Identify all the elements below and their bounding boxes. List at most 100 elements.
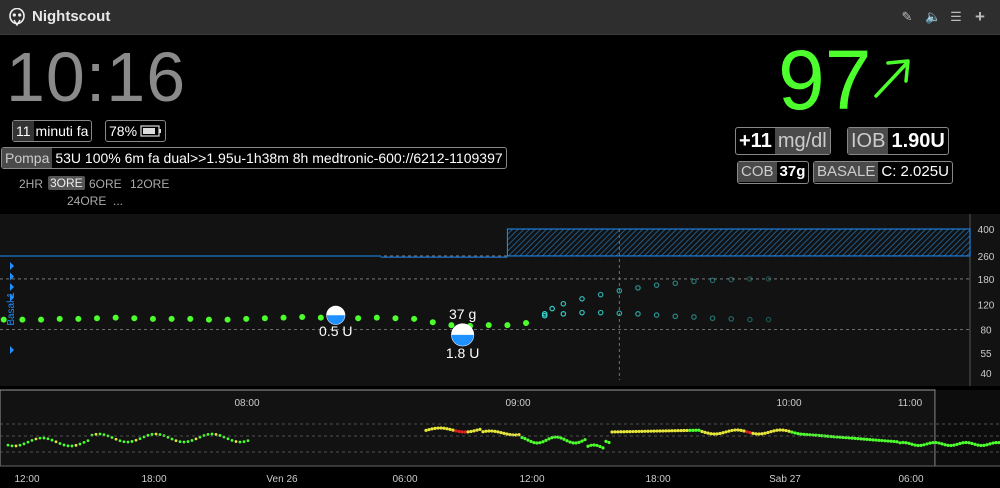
top-bar: Nightscout ✎ 🔈 ☰ + [0,0,1000,35]
context-sgv-point [475,428,479,432]
context-sgv-point [230,439,234,442]
sgv-point[interactable] [485,322,492,329]
sgv-point[interactable] [504,322,511,329]
sgv-point[interactable] [168,315,175,322]
cob-pill[interactable]: COB 37g [737,161,810,184]
edit-icon[interactable]: ✎ [900,10,914,24]
context-sgv-point [994,440,998,445]
range-2hr[interactable]: 2HR [19,177,43,191]
context-sgv-point [496,430,500,434]
context-sgv-point [934,440,938,445]
context-sgv-point [850,436,854,440]
sgv-point[interactable] [224,316,231,323]
context-sgv-point [721,431,725,435]
context-sgv-point [114,437,118,441]
basal-label: BASALE [814,162,879,182]
context-top-tick: 11:00 [898,398,923,409]
context-sgv-point [967,441,971,445]
volume-icon[interactable]: 🔈 [925,10,941,24]
context-bottom-tick: 12:00 [14,474,39,485]
context-sgv-point [451,428,455,432]
sgv-point[interactable] [523,319,530,326]
context-sgv-point [66,444,70,448]
context-sgv-point [697,428,701,432]
sgv-point[interactable] [299,313,306,320]
sgv-point[interactable] [355,315,362,322]
context-sgv-point [799,432,803,436]
context-sgv-point [973,442,977,446]
range-3ore[interactable]: 3ORE [48,176,85,190]
context-sgv-point [487,429,491,433]
context-sgv-point [234,440,238,443]
context-sgv-point [985,443,989,447]
context-sgv-point [853,436,857,440]
sgv-point[interactable] [131,315,138,322]
context-sgv-point [943,443,947,447]
sgv-point[interactable] [280,314,287,321]
sgv-point[interactable] [317,314,324,321]
range-12ore[interactable]: 12ORE [130,177,169,191]
context-sgv-point [430,427,434,431]
context-sgv-point [691,428,695,432]
context-sgv-point [958,441,962,446]
context-sgv-point [757,432,761,436]
glucose-chart[interactable]: 400260180120805540Basal 1 0.5 U1.8 U37 g… [0,214,1000,488]
context-sgv-point [904,441,908,445]
context-sgv-point [469,429,473,434]
insulin-label: 1.8 U [446,345,479,361]
sgv-point[interactable] [56,315,63,322]
range-6ore[interactable]: 6ORE [89,177,122,191]
context-sgv-point [676,429,680,433]
sgv-point[interactable] [0,316,7,323]
context-sgv-point [436,426,440,430]
range-more[interactable]: ... [113,194,123,208]
context-sgv-point [42,436,46,440]
sgv-point[interactable] [243,315,250,322]
context-sgv-point [952,443,956,447]
context-sgv-point [206,432,210,436]
context-sgv-point [883,439,887,443]
context-sgv-point [26,440,30,444]
context-sgv-point [766,430,770,435]
sgv-point[interactable] [261,315,268,322]
context-sgv-point [448,427,452,432]
context-sgv-point [102,433,106,437]
bg-units: mg/dl [774,128,830,154]
menu-icon[interactable]: ☰ [949,10,963,24]
battery-badge: 78% [105,120,167,142]
sgv-point[interactable] [373,314,380,321]
context-sgv-point [94,432,98,436]
sgv-point[interactable] [448,322,455,329]
range-24ore[interactable]: 24ORE [67,194,106,208]
context-sgv-point [170,437,174,441]
y-tick-label: 55 [980,349,992,360]
basal-pill[interactable]: BASALE C: 2.025U [813,161,953,184]
context-sgv-point [769,430,773,434]
context-sgv-point [54,440,58,444]
context-bottom-tick: 18:00 [645,474,670,485]
sgv-point[interactable] [187,315,194,322]
context-sgv-point [694,428,698,432]
context-sgv-point [226,437,230,441]
pump-status-pill[interactable]: Pompa 53U 100% 6m fa dual>>1.95u-1h38m 8h… [1,147,507,169]
context-sgv-point [781,428,785,432]
plus-icon[interactable]: + [973,8,987,25]
sgv-point[interactable] [38,316,45,323]
context-sgv-point [46,437,50,441]
context-sgv-point [643,429,647,433]
context-sgv-point [592,443,596,447]
sgv-point[interactable] [19,316,26,323]
sgv-point[interactable] [429,319,436,326]
sgv-point[interactable] [94,315,100,322]
sgv-point[interactable] [75,315,82,322]
iob-pill[interactable]: IOB 1.90U [847,127,949,155]
sgv-point[interactable] [205,316,212,323]
sgv-point[interactable] [149,315,156,322]
context-sgv-point [970,441,974,446]
bg-value: 97 [778,33,872,127]
context-sgv-point [158,433,162,436]
sgv-point[interactable] [112,314,119,321]
sgv-point[interactable] [411,315,418,322]
context-sgv-point [182,440,186,444]
sgv-point[interactable] [392,315,399,322]
